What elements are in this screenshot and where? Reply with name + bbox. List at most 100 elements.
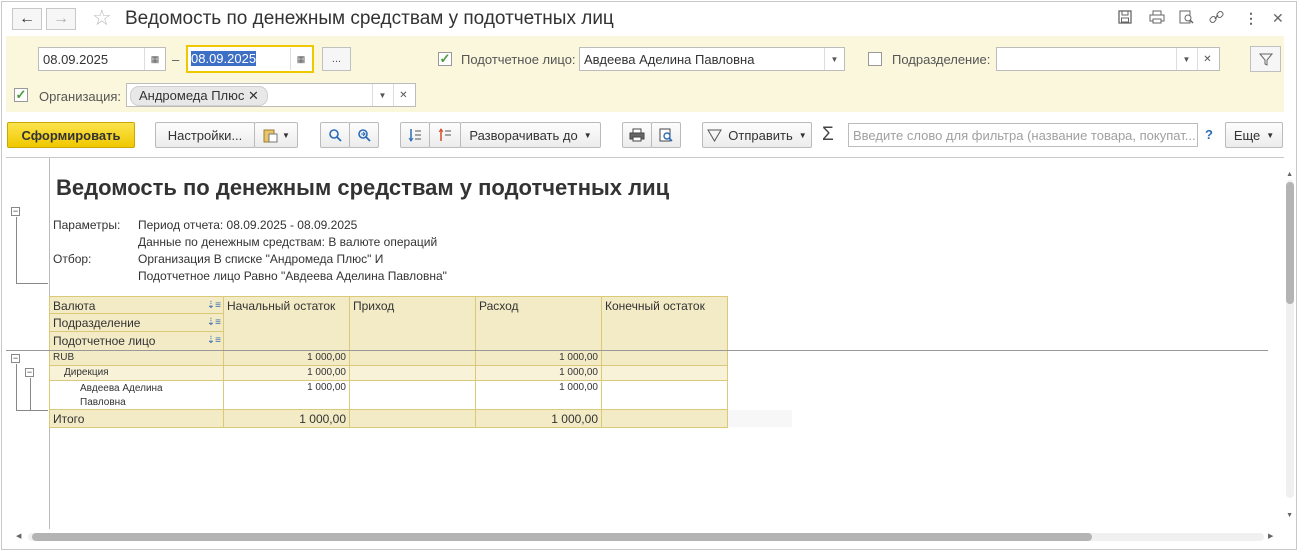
sort-icon: ⇣≡ <box>206 300 221 311</box>
sort-icon: ⇣≡ <box>206 335 221 346</box>
printer-icon <box>629 128 645 142</box>
table-cell-start[interactable]: 1 000,00 <box>224 351 350 366</box>
sort-icon: ⇣≡ <box>206 317 221 328</box>
division-checkbox[interactable] <box>868 52 882 66</box>
total-cell-income[interactable] <box>350 410 476 428</box>
params-line: Период отчета: 08.09.2025 - 08.09.2025 <box>138 218 358 232</box>
column-header-income[interactable]: Приход <box>350 296 476 351</box>
back-button[interactable]: ← <box>12 8 42 30</box>
funnel-icon <box>1258 53 1273 66</box>
collapse-group-icon[interactable]: − <box>11 354 20 363</box>
period-select-button[interactable]: ... <box>322 47 351 71</box>
scroll-right-icon[interactable]: ▶ <box>1268 532 1273 540</box>
find-button[interactable] <box>320 122 350 148</box>
scroll-left-icon[interactable]: ◀ <box>16 532 21 540</box>
forward-button[interactable]: → <box>46 8 76 30</box>
link-icon[interactable] <box>1209 10 1224 27</box>
table-cell-expense[interactable]: 1 000,00 <box>476 351 602 366</box>
filter-line: Подотчетное лицо Равно "Авдеева Аделина … <box>138 269 447 283</box>
collapse-group-icon[interactable]: − <box>25 368 34 377</box>
table-cell-end[interactable] <box>602 366 728 381</box>
total-cell-end[interactable] <box>602 410 728 428</box>
filter-panel: 08.09.2025 ▦ – 08.09.2025 ▦ ... ✓ Подотч… <box>6 36 1284 112</box>
chevron-down-icon: ▼ <box>1266 130 1275 140</box>
group-header-currency[interactable]: Валюта ⇣≡ <box>49 296 224 314</box>
sort-collapse-icon <box>438 128 451 141</box>
column-header-start-balance[interactable]: Начальный остаток <box>224 296 350 351</box>
report-spreadsheet[interactable]: − Ведомость по денежным средствам у подо… <box>6 157 1284 529</box>
table-cell-income[interactable] <box>350 351 476 366</box>
arrow-right-icon: → <box>53 10 69 27</box>
organization-tag: Андромеда Плюс ✕ <box>130 86 268 106</box>
column-header-expense[interactable]: Расход <box>476 296 602 351</box>
print-icon[interactable] <box>1149 10 1165 27</box>
accountable-checkbox[interactable]: ✓ <box>438 52 452 66</box>
table-cell-income[interactable] <box>350 381 476 410</box>
filter-line: Организация В списке "Андромеда Плюс" И <box>138 252 384 266</box>
generate-button[interactable]: Сформировать <box>7 122 135 148</box>
clear-icon[interactable]: ✕ <box>1197 48 1217 70</box>
table-cell-start[interactable]: 1 000,00 <box>224 381 350 410</box>
help-icon[interactable]: ? <box>1205 127 1213 142</box>
total-label[interactable]: Итого <box>49 410 224 428</box>
division-label: Подразделение: <box>892 52 991 67</box>
table-cell-expense[interactable]: 1 000,00 <box>476 366 602 381</box>
collapse-group-icon[interactable]: − <box>11 207 20 216</box>
search-input[interactable]: Введите слово для фильтра (название това… <box>848 123 1198 147</box>
chevron-down-icon: ▼ <box>798 130 807 140</box>
table-cell-expense[interactable]: 1 000,00 <box>476 381 602 410</box>
chevron-down-icon[interactable]: ▼ <box>372 84 392 106</box>
close-icon[interactable]: ✕ <box>1272 10 1284 27</box>
search-icon <box>329 129 342 142</box>
print-preview-button[interactable] <box>651 122 681 148</box>
selected-cell-highlight <box>728 410 792 427</box>
send-button[interactable]: Отправить ▼ <box>702 122 812 148</box>
outline-line <box>16 283 48 284</box>
filter-button[interactable] <box>1250 46 1281 72</box>
sum-icon[interactable]: Σ <box>822 124 834 146</box>
expand-to-button[interactable]: Разворачивать до ▼ <box>460 122 601 148</box>
table-cell-start[interactable]: 1 000,00 <box>224 366 350 381</box>
table-cell-end[interactable] <box>602 351 728 366</box>
more-button[interactable]: Еще ▼ <box>1225 122 1283 148</box>
save-icon[interactable] <box>1118 10 1132 27</box>
outline-line <box>16 364 17 410</box>
chevron-down-icon: ▼ <box>583 130 592 140</box>
table-cell-end[interactable] <box>602 381 728 410</box>
group-header-accountable[interactable]: Подотчетное лицо ⇣≡ <box>49 332 224 351</box>
clear-icon[interactable]: ✕ <box>393 84 413 106</box>
horizontal-scrollbar-thumb[interactable] <box>32 533 1092 541</box>
column-header-end-balance[interactable]: Конечный остаток <box>602 296 728 351</box>
variant-menu-button[interactable]: ▼ <box>254 122 298 148</box>
total-cell-expense[interactable]: 1 000,00 <box>476 410 602 428</box>
scroll-down-icon[interactable]: ▼ <box>1286 512 1293 519</box>
date-dash: – <box>172 52 180 67</box>
scroll-up-icon[interactable]: ▲ <box>1286 171 1293 178</box>
more-vert-icon[interactable]: ⋮ <box>1244 10 1258 27</box>
tag-remove-icon[interactable]: ✕ <box>248 88 259 103</box>
table-row-accountable-name[interactable]: Авдеева Аделина Павловна <box>49 381 224 410</box>
total-cell-start[interactable]: 1 000,00 <box>224 410 350 428</box>
vertical-scrollbar-thumb[interactable] <box>1286 182 1294 304</box>
accountable-label: Подотчетное лицо: <box>461 52 576 67</box>
calendar-icon[interactable]: ▦ <box>144 48 165 70</box>
arrow-left-icon: ← <box>19 10 35 27</box>
settings-button[interactable]: Настройки... <box>155 122 255 148</box>
favorite-star-icon[interactable]: ☆ <box>92 5 112 31</box>
group-header-division[interactable]: Подразделение ⇣≡ <box>49 314 224 332</box>
accountable-input[interactable]: Авдеева Аделина Павловна <box>579 47 845 71</box>
print-button[interactable] <box>622 122 652 148</box>
calendar-icon[interactable]: ▦ <box>290 48 311 70</box>
collapse-all-button[interactable] <box>429 122 461 148</box>
chevron-down-icon[interactable]: ▼ <box>1176 48 1196 70</box>
organization-checkbox[interactable]: ✓ <box>14 88 28 102</box>
table-row-division-name[interactable]: Дирекция <box>49 366 224 381</box>
chevron-down-icon[interactable]: ▼ <box>824 48 844 70</box>
table-row-currency-name[interactable]: RUB <box>49 351 224 366</box>
expand-all-button[interactable] <box>400 122 430 148</box>
table-cell-income[interactable] <box>350 366 476 381</box>
search-next-icon <box>358 129 371 142</box>
find-next-button[interactable] <box>349 122 379 148</box>
preview-icon[interactable] <box>1179 10 1194 27</box>
chevron-down-icon: ▼ <box>282 130 290 140</box>
